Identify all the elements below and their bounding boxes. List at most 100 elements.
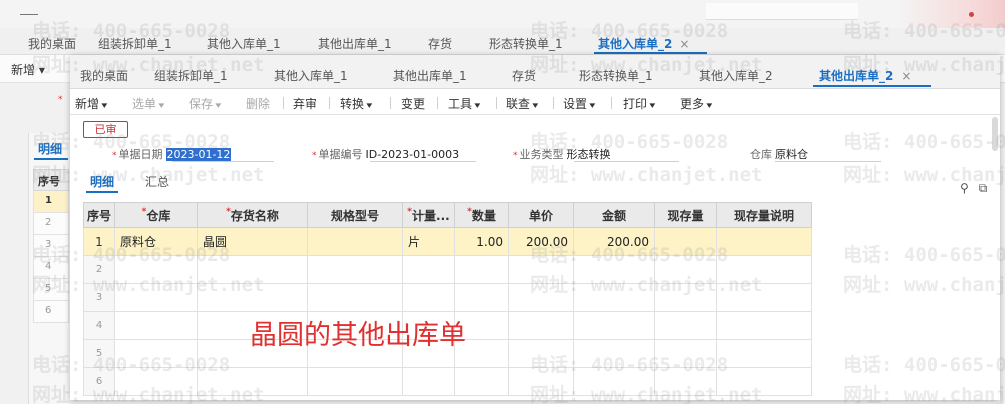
cell-spec[interactable] [307, 367, 403, 396]
settings-button[interactable]: 设置 ▾ [563, 95, 595, 112]
col-header-warehouse[interactable]: *仓库 [114, 202, 198, 228]
table-row[interactable]: 2 [83, 255, 812, 284]
abandon-review-button[interactable]: 弃审 [293, 95, 317, 112]
cell-price[interactable]: 200.00 [508, 227, 574, 256]
col-header-label: 仓库 [146, 208, 171, 223]
col-header-quantity[interactable]: *数量 [454, 202, 509, 228]
outer-row[interactable]: 1 [33, 191, 69, 213]
cell-unit[interactable] [402, 367, 455, 396]
cell-quantity[interactable]: 1.00 [454, 227, 509, 256]
outer-tab-desktop[interactable]: 我的桌面 [28, 35, 76, 52]
cell-warehouse[interactable] [114, 255, 198, 284]
cell-unit[interactable] [402, 255, 455, 284]
change-button[interactable]: 变更 [401, 95, 425, 112]
cell-spec[interactable] [307, 227, 403, 256]
cell-item-name[interactable] [197, 255, 308, 284]
cell-amount[interactable] [573, 283, 655, 312]
cell-item-name[interactable]: 晶圆 [197, 227, 308, 256]
select-button[interactable]: 选单 ▾ [132, 95, 164, 112]
outer-row[interactable]: 3 [33, 235, 69, 257]
cell-price[interactable] [508, 367, 574, 396]
outer-row[interactable]: 5 [33, 279, 69, 301]
save-button[interactable]: 保存 ▾ [189, 95, 221, 112]
print-button[interactable]: 打印 ▾ [623, 95, 655, 112]
tab-other-in-2[interactable]: 其他入库单_2 [699, 67, 773, 84]
location-icon[interactable]: ⚲ [960, 181, 969, 195]
table-row[interactable]: 1 原料仓 晶圆 片 1.00 200.00 200.00 [83, 227, 812, 256]
cell-price[interactable] [508, 255, 574, 284]
cell-amount[interactable] [573, 255, 655, 284]
notification-dot-icon[interactable] [969, 12, 974, 17]
cell-item-name[interactable] [197, 283, 308, 312]
tab-inventory[interactable]: 存货 [512, 67, 536, 84]
cell-warehouse[interactable] [114, 367, 198, 396]
new-button[interactable]: 新增 ▾ [75, 95, 107, 112]
tab-summary[interactable]: 汇总 [145, 173, 169, 190]
cell-quantity[interactable] [454, 255, 509, 284]
query-button[interactable]: 联查 ▾ [506, 95, 538, 112]
outer-row[interactable]: 2 [33, 213, 69, 235]
delete-button[interactable]: 删除 [246, 95, 270, 112]
cell-quantity[interactable] [454, 367, 509, 396]
outer-tab-other-out-1[interactable]: 其他出库单_1 [318, 35, 392, 52]
table-row[interactable]: 6 [83, 367, 812, 396]
cell-warehouse[interactable] [114, 339, 198, 368]
date-input[interactable]: 2023-01-12 [165, 148, 232, 161]
outer-new-button[interactable]: 新增 ▾ [11, 61, 45, 78]
cell-spec[interactable] [307, 283, 403, 312]
cell-spec[interactable] [307, 255, 403, 284]
tab-other-in-1[interactable]: 其他入库单_1 [274, 67, 348, 84]
cell-price[interactable] [508, 283, 574, 312]
chevron-down-icon: ▾ [366, 101, 373, 111]
col-header-stock[interactable]: 现存量 [654, 202, 717, 228]
tab-other-out-1[interactable]: 其他出库单_1 [393, 67, 467, 84]
tab-desktop[interactable]: 我的桌面 [80, 67, 128, 84]
col-header-item-name[interactable]: *存货名称 [197, 202, 308, 228]
col-header-unit[interactable]: *计量... [402, 202, 455, 228]
cell-warehouse[interactable] [114, 311, 198, 340]
outer-row[interactable]: 6 [33, 301, 69, 323]
tab-assembly[interactable]: 组装拆卸单_1 [154, 67, 228, 84]
cell-amount[interactable] [573, 339, 655, 368]
cell-price[interactable] [508, 311, 574, 340]
close-icon[interactable]: × [901, 69, 911, 83]
close-icon[interactable]: × [679, 37, 689, 51]
outer-tab-other-in-2[interactable]: 其他入库单_2 × [593, 35, 708, 54]
cell-quantity[interactable] [454, 283, 509, 312]
cell-warehouse[interactable] [114, 283, 198, 312]
convert-button[interactable]: 转换 ▾ [340, 95, 372, 112]
cell-price[interactable] [508, 339, 574, 368]
more-button[interactable]: 更多 ▾ [680, 95, 712, 112]
global-search-input[interactable] [706, 3, 858, 20]
col-header-spec[interactable]: 规格型号 [307, 202, 403, 228]
table-row[interactable]: 3 [83, 283, 812, 312]
cell-unit[interactable]: 片 [402, 227, 455, 256]
tab-form-convert[interactable]: 形态转换单_1 [579, 67, 653, 84]
required-mark: * [312, 151, 317, 161]
outer-tab-form-convert[interactable]: 形态转换单_1 [489, 35, 563, 52]
tab-other-out-2[interactable]: 其他出库单_2 × [812, 67, 932, 87]
copy-icon[interactable]: ⧉ [979, 181, 988, 195]
cell-amount[interactable] [573, 311, 655, 340]
outer-tab-assembly[interactable]: 组装拆卸单_1 [98, 35, 172, 52]
outer-tab-detail[interactable]: 明细 [33, 140, 69, 160]
cell-item-name[interactable] [197, 367, 308, 396]
outer-tab-inventory[interactable]: 存货 [428, 35, 452, 52]
cell-amount[interactable] [573, 367, 655, 396]
col-header-price[interactable]: 单价 [508, 202, 574, 228]
row-index: 6 [83, 367, 115, 396]
warehouse-input[interactable]: 原料仓 [775, 148, 808, 161]
col-header-amount[interactable]: 金额 [573, 202, 655, 228]
cell-amount[interactable]: 200.00 [573, 227, 655, 256]
outer-row[interactable]: 4 [33, 257, 69, 279]
tools-button[interactable]: 工具 ▾ [448, 95, 480, 112]
scrollbar[interactable] [992, 117, 998, 151]
cell-unit[interactable] [402, 283, 455, 312]
outer-tab-other-in-1[interactable]: 其他入库单_1 [207, 35, 281, 52]
tab-detail[interactable]: 明细 [85, 173, 119, 193]
cell-warehouse[interactable]: 原料仓 [114, 227, 198, 256]
active-tab-label: 其他出库单_2 [819, 69, 894, 83]
col-header-stock-note[interactable]: 现存量说明 [716, 202, 812, 228]
business-type-input[interactable]: 形态转换 [567, 148, 611, 161]
code-input[interactable]: ID-2023-01-0003 [366, 148, 460, 161]
